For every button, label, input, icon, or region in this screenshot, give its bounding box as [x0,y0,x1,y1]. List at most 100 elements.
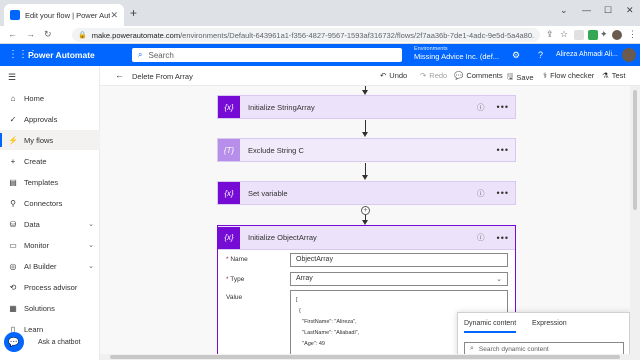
help-icon[interactable]: ⓘ [477,102,485,113]
kebab-menu-icon[interactable]: ⋮ [628,29,637,40]
process-advisor-icon: ⟲ [9,282,17,292]
action-card[interactable]: {T} Exclude String C ••• [217,138,516,162]
home-icon: ⌂ [10,93,16,103]
more-options-icon[interactable]: ••• [497,145,509,155]
sidebar-item-label: Solutions [24,303,55,313]
action-card[interactable]: {x} Set variable ⓘ ••• [217,181,516,205]
reload-icon[interactable]: ↻ [44,29,52,40]
gear-icon[interactable]: ⚙ [512,50,520,61]
name-label-text: Name [230,256,248,263]
action-card[interactable]: {x} Initialize StringArray ⓘ ••• [217,95,516,119]
sidebar-item-connectors[interactable]: ⚲ Connectors [0,193,100,213]
bookmark-star-icon[interactable]: ☆ [560,29,568,40]
lock-icon[interactable]: 🔒 [78,31,87,39]
redo-button[interactable]: ↷ Redo [420,71,447,80]
sidebar-item-label: Connectors [24,198,63,208]
app-title[interactable]: Power Automate [28,50,95,60]
help-icon[interactable]: ⓘ [477,232,485,243]
variable-icon: {x} [218,96,240,118]
forward-icon[interactable]: → [26,29,35,39]
extension-icon[interactable] [574,30,584,40]
extension-icon[interactable] [588,30,598,40]
flow-checker-label: Flow checker [550,71,595,80]
scroll-thumb[interactable] [633,90,637,210]
chatbot-label[interactable]: Ask a chatbot [38,339,80,346]
approvals-icon: ✓ [9,114,17,124]
tab-dynamic-content[interactable]: Dynamic content [464,320,517,333]
insert-step-icon[interactable]: + [361,206,370,215]
sidebar-item-home[interactable]: ⌂ Home [0,88,100,108]
hamburger-icon[interactable]: ☰ [8,72,16,83]
scroll-thumb[interactable] [110,355,620,359]
connectors-icon: ⚲ [10,198,16,208]
sidebar-item-process-advisor[interactable]: ⟲ Process advisor [0,277,100,297]
avatar[interactable] [622,48,636,62]
type-label-text: Type [230,276,245,283]
chat-icon: 💬 [8,336,20,347]
connector-arrow [362,175,368,180]
sidebar-item-create[interactable]: + Create [0,151,100,171]
type-field-label: * Type [226,276,245,283]
search-input[interactable]: ⌕ Search [132,48,402,62]
solutions-icon: ▦ [9,303,17,313]
help-icon[interactable]: ? [538,50,543,60]
chevron-down-icon[interactable]: ⌄ [88,262,94,270]
variable-icon: {x} [218,226,240,249]
sidebar-item-label: Monitor [24,240,50,250]
undo-label: Undo [389,71,408,80]
value-field-label: Value [226,294,243,301]
sidebar-item-data[interactable]: ⛁ Data ⌄ [0,214,100,234]
undo-button[interactable]: ↶ Undo [380,71,407,80]
sidebar-item-monitor[interactable]: ▭ Monitor ⌄ [0,235,100,255]
more-options-icon[interactable]: ••• [497,102,509,112]
address-bar: ← → ↻ 🔒 make.powerautomate.com/environme… [0,26,640,44]
sidebar-item-templates[interactable]: ▤ Templates [0,172,100,192]
sidebar-item-solutions[interactable]: ▦ Solutions [0,298,100,318]
back-arrow-icon[interactable]: ← [115,70,124,80]
card-header[interactable]: {x} Initialize ObjectArray ⓘ ••• [218,226,515,250]
close-window-icon[interactable]: ✕ [626,5,634,16]
comments-button[interactable]: 💬 Comments [454,71,503,80]
vertical-scrollbar[interactable] [630,86,640,354]
search-icon: ⌕ [138,50,143,59]
tab-expression[interactable]: Expression [532,320,567,327]
command-bar: ← Delete From Array ↶ Undo ↷ Redo 💬 Comment… [100,66,640,86]
profile-icon[interactable] [612,30,622,40]
card-title: Exclude String C [248,145,304,155]
sidebar-item-label: Process advisor [24,282,78,292]
chevron-down-icon[interactable]: ⌄ [560,5,568,16]
new-tab-icon[interactable]: + [130,6,137,20]
tab-close-icon[interactable]: ✕ [110,10,118,21]
sidebar-item-ai-builder[interactable]: ◎ AI Builder ⌄ [0,256,100,276]
horizontal-scrollbar[interactable] [100,354,640,360]
flow-checker-button[interactable]: ⚕ Flow checker [543,71,594,80]
type-dropdown[interactable]: Array ⌄ [290,272,508,286]
chevron-down-icon[interactable]: ⌄ [88,220,94,228]
chevron-down-icon[interactable]: ⌄ [88,241,94,249]
redo-label: Redo [429,71,448,80]
data-icon: ⛁ [9,219,17,229]
environment-picker[interactable]: Environments Missing Advice Inc. (def... [414,46,499,61]
maximize-icon[interactable]: ☐ [604,5,612,16]
flask-icon: ⚗ [602,71,609,80]
sidebar-item-my-flows[interactable]: ⚡ My flows [0,130,100,150]
undo-icon: ↶ [380,71,387,80]
more-options-icon[interactable]: ••• [497,188,509,198]
sidebar-item-label: AI Builder [24,261,57,271]
user-name[interactable]: Alireza Ahmadi Ali... [556,51,618,58]
url-input[interactable]: 🔒 make.powerautomate.com/environments/De… [72,28,540,42]
share-icon[interactable]: ⇪ [546,29,554,40]
sidebar-item-label: My flows [24,135,54,145]
name-field[interactable]: ObjectArray [290,253,508,267]
test-button[interactable]: ⚗ Test [602,71,626,80]
my-flows-icon: ⚡ [8,135,18,145]
sidebar-item-approvals[interactable]: ✓ Approvals [0,109,100,129]
save-button[interactable]: 🖫 Save [507,71,534,84]
back-icon[interactable]: ← [8,29,17,39]
browser-tab[interactable]: Edit your flow | Power Automate ✕ [4,4,124,26]
chatbot-button[interactable]: 💬 [4,332,24,352]
more-options-icon[interactable]: ••• [497,233,509,243]
puzzle-icon[interactable]: ✦ [600,29,608,40]
minimize-icon[interactable]: — [582,5,591,15]
help-icon[interactable]: ⓘ [477,188,485,199]
